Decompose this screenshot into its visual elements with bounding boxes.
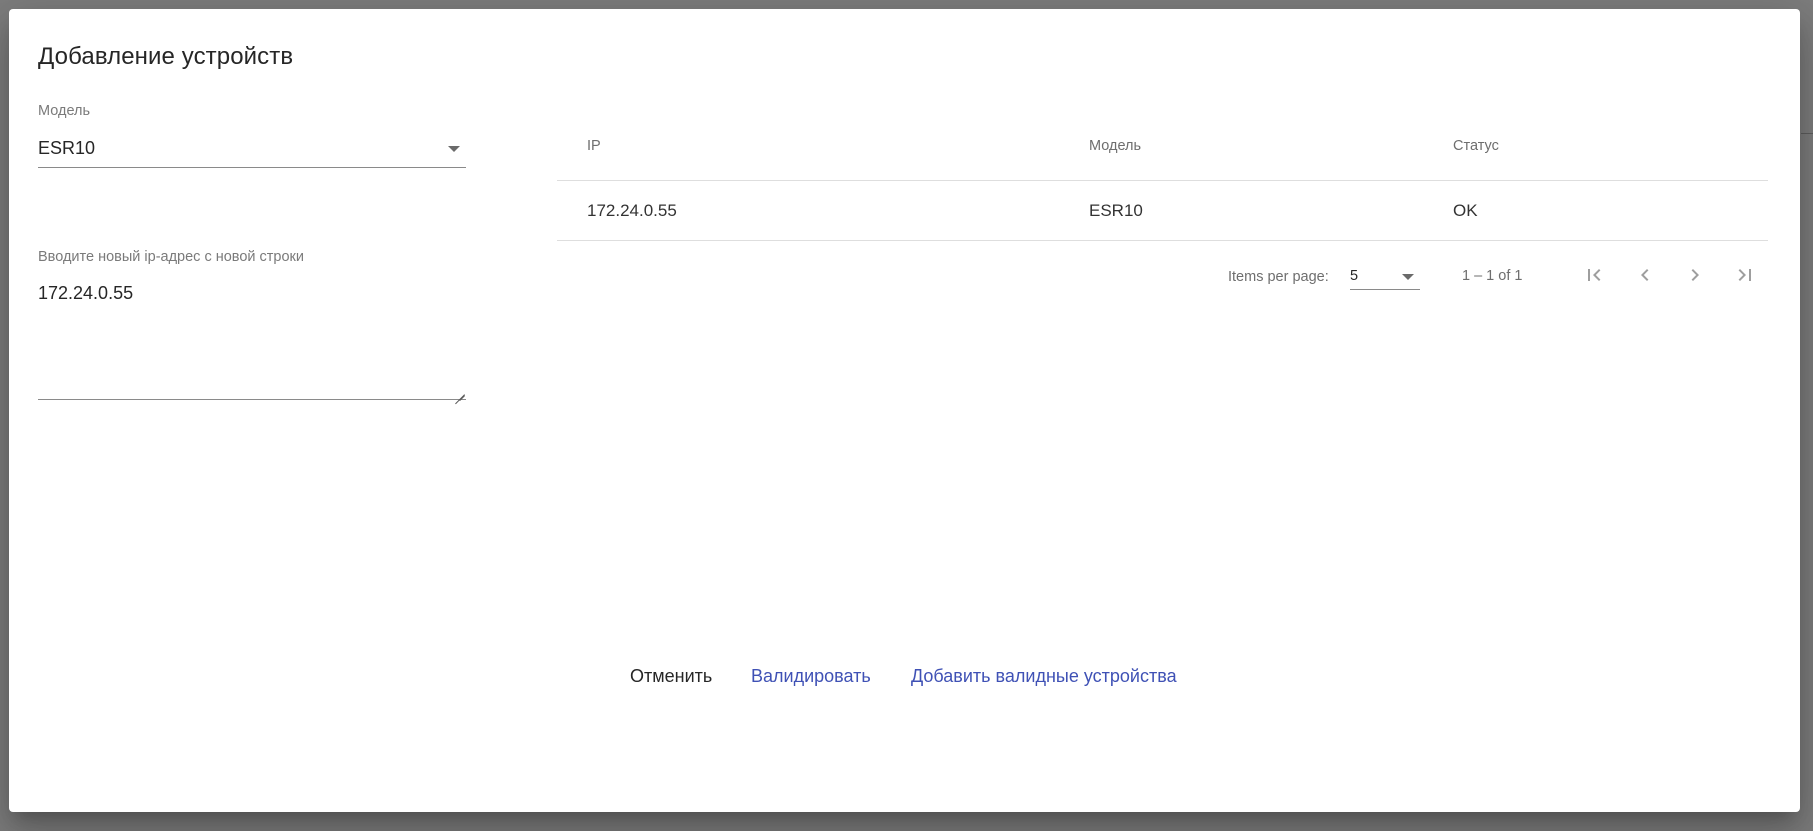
cell-status: OK [1453, 201, 1478, 220]
last-page-button[interactable] [1725, 255, 1765, 295]
ip-textarea[interactable] [38, 283, 466, 391]
validate-button[interactable]: Валидировать [751, 651, 871, 701]
devices-table: IP Модель Статус 172.24.0.55 ESR10 OK [557, 114, 1768, 241]
dialog-title: Добавление устройств [38, 43, 294, 70]
cell-ip: 172.24.0.55 [587, 201, 677, 220]
first-page-button[interactable] [1574, 255, 1614, 295]
last-page-icon [1738, 269, 1751, 281]
cell-model: ESR10 [1089, 201, 1143, 220]
chevron-left-icon [1641, 269, 1649, 281]
background-divider [1801, 133, 1813, 134]
add-valid-devices-button[interactable]: Добавить валидные устройства [911, 651, 1177, 701]
table-header-row: IP Модель Статус [557, 114, 1768, 181]
column-header-status[interactable]: Статус [1453, 138, 1499, 154]
arrow-drop-down-icon [448, 146, 460, 152]
paginator: Items per page: 5 1 – 1 of 1 [557, 245, 1768, 301]
dialog-actions: Отменить Валидировать Добавить валидные … [9, 651, 1800, 701]
next-page-button[interactable] [1675, 255, 1715, 295]
model-field-label: Модель [38, 103, 91, 119]
items-per-page-label: Items per page: [1228, 269, 1329, 285]
page-range-label: 1 – 1 of 1 [1462, 268, 1523, 284]
ip-field-label: Вводите новый ip-адрес с новой строки [38, 249, 305, 265]
resize-handle-icon[interactable] [455, 385, 465, 395]
previous-page-button[interactable] [1625, 255, 1665, 295]
column-header-ip[interactable]: IP [587, 138, 601, 154]
table-row[interactable]: 172.24.0.55 ESR10 OK [557, 181, 1768, 241]
items-per-page-value: 5 [1350, 268, 1359, 284]
cancel-button[interactable]: Отменить [630, 651, 712, 701]
chevron-right-icon [1691, 269, 1699, 281]
first-page-icon [1588, 269, 1601, 281]
arrow-drop-down-icon [1402, 274, 1414, 280]
model-select[interactable]: ESR10 [38, 127, 466, 168]
items-per-page-select[interactable]: 5 [1350, 264, 1420, 290]
ip-textarea-container [38, 273, 466, 400]
model-select-value: ESR10 [38, 138, 96, 158]
column-header-model[interactable]: Модель [1089, 138, 1141, 154]
add-devices-dialog: Добавление устройств Модель ESR10 Вводит… [9, 9, 1800, 812]
